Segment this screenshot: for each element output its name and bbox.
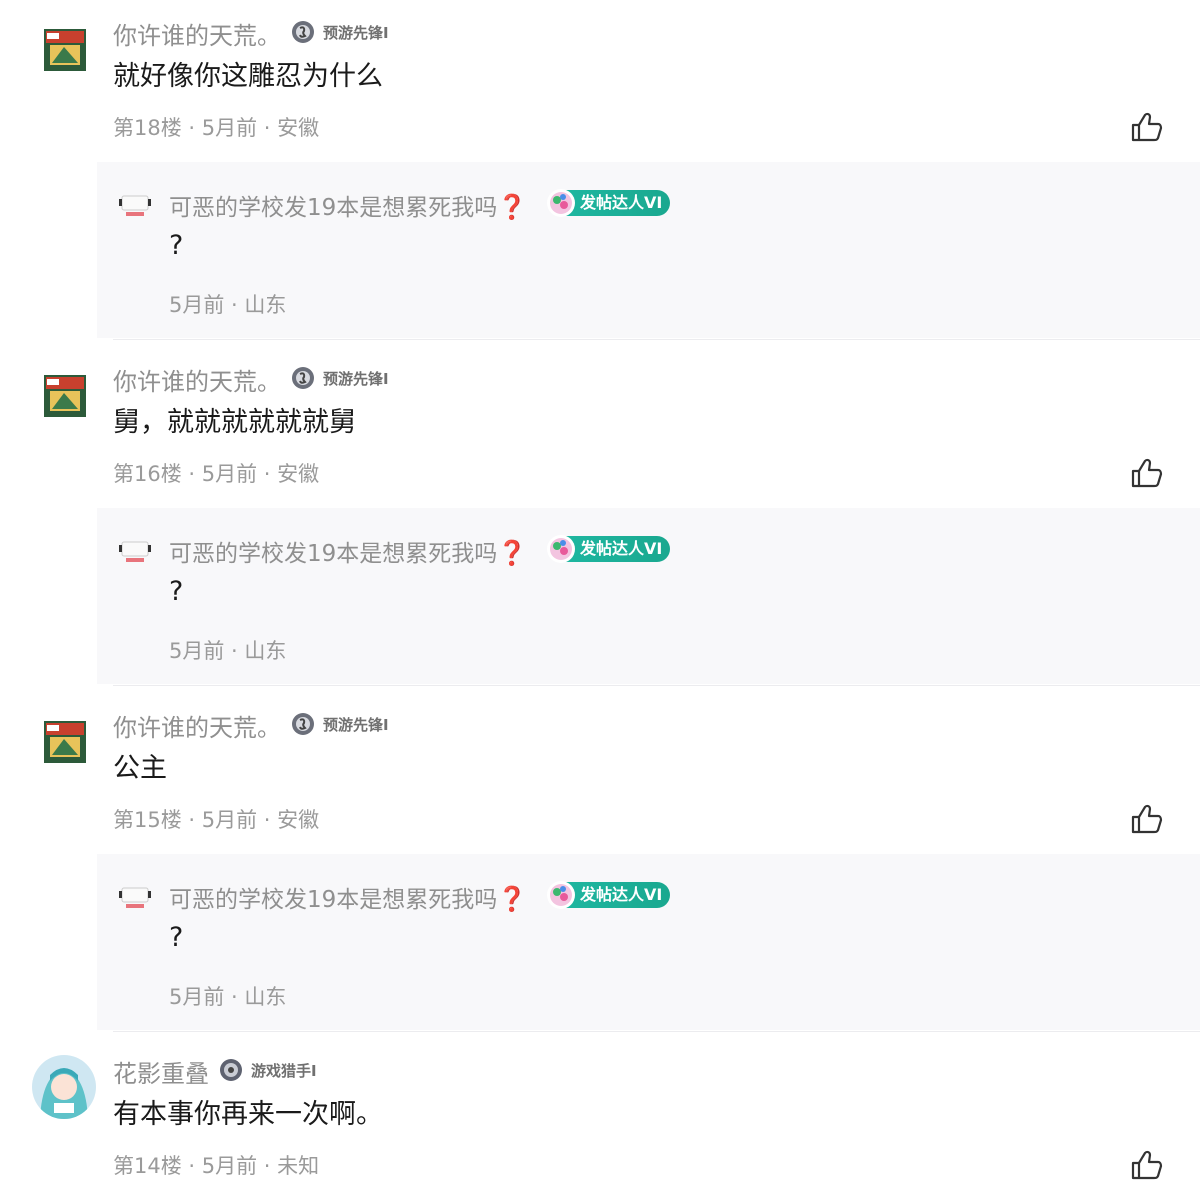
reply-author[interactable]: 可恶的学校发19本是想累死我吗❓ (169, 880, 527, 914)
poster-badge: 发帖达人VI (547, 535, 671, 563)
comment-author[interactable]: 你许谁的天荒。 (113, 708, 281, 743)
reply-author[interactable]: 可恶的学校发19本是想累死我吗❓ (169, 188, 527, 222)
badge-medal-icon (547, 881, 575, 909)
user-level-badge: 游戏猎手I (219, 1058, 317, 1082)
thumbs-up-icon[interactable] (1130, 1148, 1164, 1182)
reply-meta: 5月前 · 山东 (169, 985, 287, 1009)
badge-label: 预游先锋I (323, 23, 389, 42)
medal-icon (292, 713, 314, 735)
comment-meta: 第15楼 · 5月前 · 安徽 (113, 808, 320, 832)
badge-label: 预游先锋I (323, 369, 389, 388)
poster-badge: 发帖达人VI (547, 881, 671, 909)
comment-author[interactable]: 你许谁的天荒。 (113, 362, 281, 397)
reply-meta: 5月前 · 山东 (169, 293, 287, 317)
divider (113, 1031, 1200, 1032)
user-avatar[interactable] (44, 375, 86, 417)
thumbs-up-icon[interactable] (1130, 802, 1164, 836)
thumbs-up-icon[interactable] (1130, 456, 1164, 490)
divider (113, 339, 1200, 340)
question-mark-icon: ❓ (497, 885, 528, 913)
comment-author[interactable]: 花影重叠 (113, 1054, 209, 1089)
comment-content: 就好像你这雕忍为什么 (113, 61, 383, 92)
medal-icon (220, 1059, 242, 1081)
comment-content: 舅，就就就就就就舅 (113, 407, 356, 438)
comment-content: 公主 (113, 753, 167, 784)
question-mark-icon: ❓ (497, 193, 528, 221)
reply-content: ? (169, 922, 184, 953)
user-level-badge: 预游先锋I (291, 366, 389, 390)
comment-content: 有本事你再来一次啊。 (113, 1099, 383, 1130)
thumbs-up-icon[interactable] (1130, 110, 1164, 144)
reply-content: ? (169, 230, 184, 261)
reply-avatar[interactable] (116, 538, 154, 566)
comment-author[interactable]: 你许谁的天荒。 (113, 16, 281, 51)
reply-avatar[interactable] (116, 192, 154, 220)
medal-icon (292, 367, 314, 389)
reply-meta: 5月前 · 山东 (169, 639, 287, 663)
reply-author[interactable]: 可恶的学校发19本是想累死我吗❓ (169, 534, 527, 568)
comment-meta: 第14楼 · 5月前 · 未知 (113, 1154, 320, 1178)
comment-item: 花影重叠 游戏猎手I 有本事你再来一次啊。 第14楼 · 5月前 · 未知 (0, 1038, 1200, 1190)
badge-medal-icon (547, 535, 575, 563)
comment-item: 你许谁的天荒。 预游先锋I 舅，就就就就就就舅 第16楼 · 5月前 · 安徽 … (0, 346, 1200, 692)
reply-content: ? (169, 576, 184, 607)
reply-avatar[interactable] (116, 884, 154, 912)
user-avatar[interactable] (44, 721, 86, 763)
user-level-badge: 预游先锋I (291, 20, 389, 44)
badge-medal-icon (547, 189, 575, 217)
poster-badge: 发帖达人VI (547, 189, 671, 217)
user-avatar[interactable] (32, 1055, 96, 1119)
user-avatar[interactable] (44, 29, 86, 71)
divider (113, 685, 1200, 686)
user-level-badge: 预游先锋I (291, 712, 389, 736)
badge-label: 预游先锋I (323, 715, 389, 734)
comment-item: 你许谁的天荒。 预游先锋I 公主 第15楼 · 5月前 · 安徽 可恶的学校发1… (0, 692, 1200, 1038)
comment-meta: 第18楼 · 5月前 · 安徽 (113, 116, 320, 140)
question-mark-icon: ❓ (497, 539, 528, 567)
comment-meta: 第16楼 · 5月前 · 安徽 (113, 462, 320, 486)
comment-item: 你许谁的天荒。 预游先锋I 就好像你这雕忍为什么 第18楼 · 5月前 · 安徽… (0, 0, 1200, 346)
medal-icon (292, 21, 314, 43)
badge-label: 游戏猎手I (251, 1061, 317, 1080)
